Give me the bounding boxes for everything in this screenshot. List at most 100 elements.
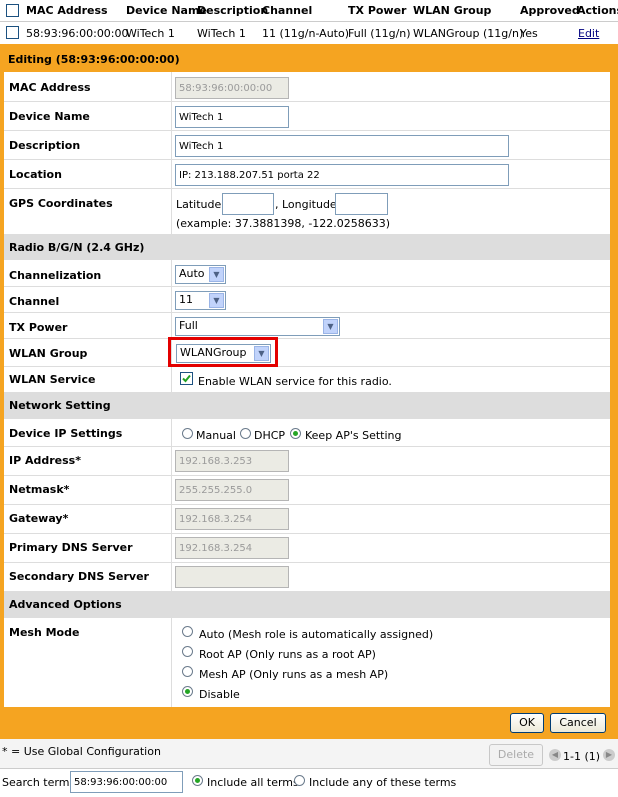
- ip-keep-radio[interactable]: [290, 428, 301, 439]
- page-prev-icon[interactable]: ◀: [549, 749, 561, 761]
- mesh-root-label: Root AP (Only runs as a root AP): [199, 648, 376, 661]
- col-channel[interactable]: Channel: [262, 4, 312, 17]
- chevron-down-icon: ▼: [209, 267, 224, 282]
- row-divider: [4, 562, 610, 563]
- row-divider: [4, 338, 610, 339]
- mesh-ap-radio[interactable]: [182, 666, 193, 677]
- ip-dhcp-label: DHCP: [254, 429, 286, 442]
- row-description: WiTech 1: [197, 27, 246, 40]
- cancel-button[interactable]: Cancel: [550, 713, 606, 733]
- gps-example: (example: 37.3881398, -122.0258633): [176, 217, 391, 230]
- device-name-field[interactable]: [175, 106, 289, 128]
- mesh-auto-radio[interactable]: [182, 626, 193, 637]
- row-divider: [4, 159, 610, 160]
- edit-link[interactable]: Edit: [578, 27, 599, 40]
- row-mac: 58:93:96:00:00:00: [26, 27, 129, 40]
- mesh-ap-label: Mesh AP (Only runs as a mesh AP): [199, 668, 389, 681]
- mesh-disable-radio[interactable]: [182, 686, 193, 697]
- mesh-mode-label: Mesh Mode: [9, 626, 80, 639]
- section-network-title: Network Setting: [9, 399, 111, 412]
- primary-dns-field: [175, 537, 289, 559]
- section-advanced-title: Advanced Options: [9, 598, 122, 611]
- col-actions: Actions: [577, 4, 618, 17]
- location-label: Location: [9, 168, 62, 181]
- row-divider: [4, 533, 610, 534]
- row-divider: [4, 446, 610, 447]
- description-field[interactable]: [175, 135, 509, 157]
- page-next-icon[interactable]: ▶: [603, 749, 615, 761]
- channelization-label: Channelization: [9, 269, 102, 282]
- checkmark-icon: [182, 374, 191, 383]
- include-any-radio[interactable]: [294, 775, 305, 786]
- row-approved: Yes: [520, 27, 538, 40]
- ip-manual-label: Manual: [196, 429, 236, 442]
- mac-label: MAC Address: [9, 81, 91, 94]
- table-row: 58:93:96:00:00:00 WiTech 1 WiTech 1 11 (…: [0, 22, 618, 44]
- netmask-field: [175, 479, 289, 501]
- ip-address-field: [175, 450, 289, 472]
- row-divider: [4, 475, 610, 476]
- table-header-row: MAC Address Device Name Description Chan…: [0, 0, 618, 22]
- wlan-service-checkbox[interactable]: [180, 372, 193, 385]
- row-device-name: WiTech 1: [126, 27, 175, 40]
- wlan-service-text: Enable WLAN service for this radio.: [198, 375, 392, 388]
- include-any-label: Include any of these terms: [309, 776, 457, 789]
- row-wlan-group: WLANGroup (11g/n): [413, 27, 524, 40]
- tx-power-value: Full: [179, 319, 198, 332]
- ok-button[interactable]: OK: [510, 713, 544, 733]
- ip-keep-label: Keep AP's Setting: [305, 429, 402, 442]
- chevron-down-icon: ▼: [323, 319, 338, 334]
- mesh-root-radio[interactable]: [182, 646, 193, 657]
- col-wlan-group[interactable]: WLAN Group: [413, 4, 491, 17]
- longitude-label: , Longitude: [275, 198, 337, 211]
- search-label: Search terms: [2, 776, 76, 789]
- row-tx-power: Full (11g/n): [348, 27, 411, 40]
- latitude-field[interactable]: [222, 193, 274, 215]
- col-mac-address[interactable]: MAC Address: [26, 4, 108, 17]
- wlan-group-label: WLAN Group: [9, 347, 88, 360]
- ip-manual-radio[interactable]: [182, 428, 193, 439]
- gps-label: GPS Coordinates: [9, 197, 113, 210]
- delete-button[interactable]: Delete: [489, 744, 543, 766]
- tx-power-select[interactable]: Full ▼: [175, 317, 340, 336]
- select-all-checkbox[interactable]: [6, 4, 19, 17]
- include-all-label: Include all terms: [207, 776, 299, 789]
- col-tx-power[interactable]: TX Power: [348, 4, 406, 17]
- col-description[interactable]: Description: [197, 4, 268, 17]
- chevron-down-icon: ▼: [254, 346, 269, 361]
- row-checkbox[interactable]: [6, 26, 19, 39]
- include-all-radio[interactable]: [192, 775, 203, 786]
- location-field[interactable]: [175, 164, 509, 186]
- channel-value: 11: [179, 293, 193, 306]
- editing-title: Editing (58:93:96:00:00:00): [8, 53, 180, 66]
- ip-address-label: IP Address*: [9, 454, 81, 467]
- primary-dns-label: Primary DNS Server: [9, 541, 133, 554]
- mac-field: [175, 77, 289, 99]
- row-divider: [4, 504, 610, 505]
- device-name-label: Device Name: [9, 110, 90, 123]
- col-approved[interactable]: Approved: [520, 4, 580, 17]
- row-divider: [4, 366, 610, 367]
- gateway-field: [175, 508, 289, 530]
- section-radio-title: Radio B/G/N (2.4 GHz): [9, 241, 145, 254]
- longitude-field[interactable]: [335, 193, 388, 215]
- tx-power-label: TX Power: [9, 321, 68, 334]
- device-ip-label: Device IP Settings: [9, 427, 123, 440]
- gateway-label: Gateway*: [9, 512, 69, 525]
- row-divider: [4, 286, 610, 287]
- chevron-down-icon: ▼: [209, 293, 224, 308]
- latitude-label: Latitude: [176, 198, 222, 211]
- channelization-select[interactable]: Auto ▼: [175, 265, 226, 284]
- search-input[interactable]: [70, 771, 183, 793]
- ip-dhcp-radio[interactable]: [240, 428, 251, 439]
- wlan-service-label: WLAN Service: [9, 373, 96, 386]
- secondary-dns-label: Secondary DNS Server: [9, 570, 149, 583]
- channelization-value: Auto: [179, 267, 205, 280]
- pagination-text: 1-1 (1): [563, 750, 601, 763]
- row-divider: [4, 101, 610, 102]
- col-device-name[interactable]: Device Name: [126, 4, 207, 17]
- mesh-disable-label: Disable: [199, 688, 240, 701]
- wlan-group-select[interactable]: WLANGroup ▼: [176, 344, 271, 363]
- channel-select[interactable]: 11 ▼: [175, 291, 226, 310]
- row-channel: 11 (11g/n-Auto): [262, 27, 350, 40]
